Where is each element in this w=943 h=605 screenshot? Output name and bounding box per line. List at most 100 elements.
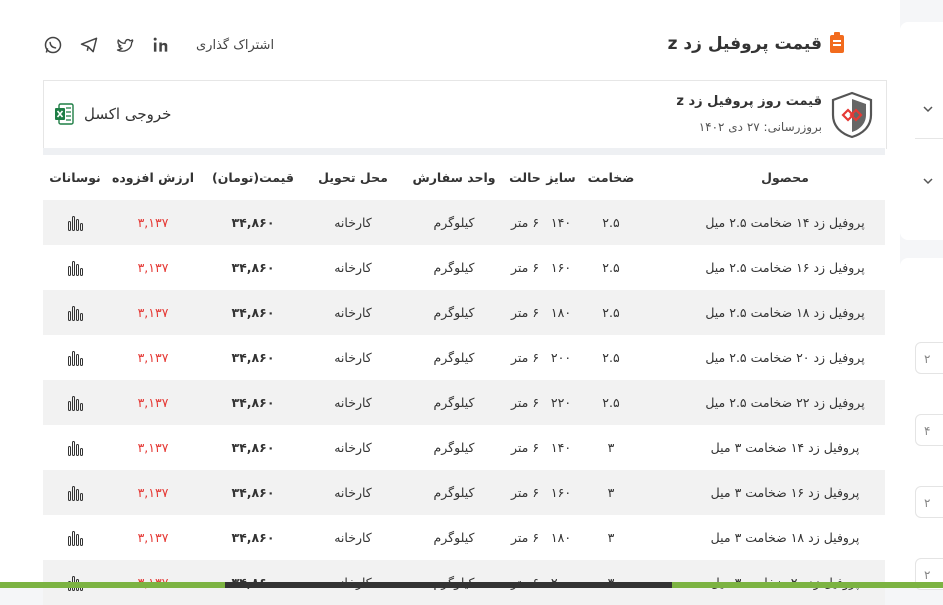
cell-price: ۳۴,۸۶۰ — [231, 260, 275, 275]
table-row: پروفیل زد ۱۴ ضخامت ۲.۵ میل ۲.۵ ۱۴۰ ۶ متر کیل… — [43, 200, 885, 245]
change-chart-button[interactable] — [43, 470, 107, 515]
cell-product: پروفیل زد ۲۰ ضخامت ۲.۵ میل — [705, 350, 865, 365]
cell-product: پروفیل زد ۱۸ ضخامت ۳ میل — [710, 530, 860, 545]
cell-location: کارخانه — [334, 395, 372, 410]
cell-vat: ۳,۱۳۷ — [137, 440, 169, 455]
table-row: پروفیل زد ۱۴ ضخامت ۳ میل ۳ ۱۴۰ ۶ متر کیلوگرم… — [43, 425, 885, 470]
cell-thickness: ۳ — [607, 440, 615, 455]
excel-icon — [55, 103, 74, 125]
cell-price: ۳۴,۸۶۰ — [231, 530, 275, 545]
cell-state: ۶ متر — [510, 485, 540, 500]
cell-size: ۱۶۰ — [550, 485, 572, 500]
cell-state: ۶ متر — [510, 440, 540, 455]
bottom-bar-segment — [0, 582, 225, 588]
cell-unit: کیلوگرم — [433, 440, 475, 455]
cell-state: ۶ متر — [510, 530, 540, 545]
cell-location: کارخانه — [334, 305, 372, 320]
header-product: محصول — [761, 170, 809, 185]
cell-location: کارخانه — [334, 350, 372, 365]
cell-unit: کیلوگرم — [433, 485, 475, 500]
cell-unit: کیلوگرم — [433, 350, 475, 365]
table-row: پروفیل زد ۱۶ ضخامت ۲.۵ میل ۲.۵ ۱۶۰ ۶ متر کیل… — [43, 245, 885, 290]
cell-thickness: ۲.۵ — [602, 350, 620, 365]
chart-bars-icon — [67, 305, 83, 321]
cell-vat: ۳,۱۳۷ — [137, 305, 169, 320]
cell-state: ۶ متر — [510, 215, 540, 230]
excel-export-button[interactable]: خروجی اکسل — [54, 103, 171, 125]
cell-thickness: ۳ — [607, 485, 615, 500]
cell-vat: ۳,۱۳۷ — [137, 530, 169, 545]
price-table: محصول ضخامت سایز حالت واحد سفارش محل تحو… — [43, 155, 885, 605]
header-thickness: ضخامت — [587, 170, 635, 185]
price-card-header: قیمت روز پروفیل زد z بروزرسانی: ۲۷ دی ۱۴… — [43, 80, 887, 149]
shield-logo-icon — [831, 91, 873, 139]
table-row: پروفیل زد ۱۶ ضخامت ۳ میل ۳ ۱۶۰ ۶ متر کیلوگرم… — [43, 470, 885, 515]
cell-state: ۶ متر — [510, 260, 540, 275]
main-content: قیمت پروفیل زد z اشتراک گذاری قیمت روز پ… — [0, 0, 900, 605]
cell-thickness: ۲.۵ — [602, 260, 620, 275]
page-title-text: قیمت پروفیل زد z — [667, 34, 822, 54]
telegram-icon[interactable] — [78, 34, 100, 56]
chart-bars-icon — [67, 260, 83, 276]
change-chart-button[interactable] — [43, 380, 107, 425]
chart-bars-icon — [67, 485, 83, 501]
cell-product: پروفیل زد ۱۴ ضخامت ۲.۵ میل — [705, 215, 865, 230]
cell-price: ۳۴,۸۶۰ — [231, 350, 275, 365]
twitter-icon[interactable] — [114, 34, 136, 56]
table-row: پروفیل زد ۲۰ ضخامت ۲.۵ میل ۲.۵ ۲۰۰ ۶ متر کیل… — [43, 335, 885, 380]
header-price: قیمت(تومان) — [212, 170, 294, 185]
cell-size: ۱۴۰ — [550, 215, 572, 230]
cell-location: کارخانه — [334, 440, 372, 455]
cell-size: ۲۲۰ — [550, 395, 572, 410]
chart-bars-icon — [67, 350, 83, 366]
cell-thickness: ۲.۵ — [602, 395, 620, 410]
change-chart-button[interactable] — [43, 200, 107, 245]
cell-vat: ۳,۱۳۷ — [137, 350, 169, 365]
cell-product: پروفیل زد ۲۲ ضخامت ۲.۵ میل — [705, 395, 865, 410]
card-divider — [43, 148, 885, 155]
side-list-item[interactable]: ۲ — [915, 486, 943, 518]
chevron-down-icon[interactable] — [923, 104, 933, 114]
header-vat: ارزش افزوده — [111, 170, 195, 185]
cell-price: ۳۴,۸۶۰ — [231, 485, 275, 500]
cell-unit: کیلوگرم — [433, 305, 475, 320]
excel-export-label: خروجی اکسل — [84, 105, 172, 123]
table-row: پروفیل زد ۱۸ ضخامت ۲.۵ میل ۲.۵ ۱۸۰ ۶ متر کیل… — [43, 290, 885, 335]
chart-bars-icon — [67, 530, 83, 546]
side-list-item[interactable]: ۴ — [915, 414, 943, 446]
side-list-item[interactable]: ۲ — [915, 342, 943, 374]
filter-panel — [900, 22, 943, 240]
cell-product: پروفیل زد ۱۶ ضخامت ۳ میل — [710, 485, 860, 500]
change-chart-button[interactable] — [43, 335, 107, 380]
change-chart-button[interactable] — [43, 290, 107, 335]
bottom-bar-segment — [672, 582, 943, 588]
chart-bars-icon — [67, 395, 83, 411]
cell-location: کارخانه — [334, 215, 372, 230]
cell-size: ۱۸۰ — [550, 305, 572, 320]
cell-price: ۳۴,۸۶۰ — [231, 395, 275, 410]
cell-unit: کیلوگرم — [433, 260, 475, 275]
cell-vat: ۳,۱۳۷ — [137, 215, 169, 230]
linkedin-icon[interactable] — [150, 34, 172, 56]
cell-product: پروفیل زد ۱۴ ضخامت ۳ میل — [710, 440, 860, 455]
whatsapp-icon[interactable] — [42, 34, 64, 56]
change-chart-button[interactable] — [43, 425, 107, 470]
page-title: قیمت پروفیل زد z — [667, 32, 844, 54]
cell-price: ۳۴,۸۶۰ — [231, 440, 275, 455]
cell-vat: ۳,۱۳۷ — [137, 485, 169, 500]
change-chart-button[interactable] — [43, 245, 107, 290]
cell-size: ۱۴۰ — [550, 440, 572, 455]
change-chart-button[interactable] — [43, 515, 107, 560]
cell-unit: کیلوگرم — [433, 530, 475, 545]
cell-location: کارخانه — [334, 530, 372, 545]
cell-unit: کیلوگرم — [433, 395, 475, 410]
cell-product: پروفیل زد ۱۶ ضخامت ۲.۵ میل — [705, 260, 865, 275]
header-state: حالت — [509, 170, 541, 185]
cell-unit: کیلوگرم — [433, 215, 475, 230]
share-bar: اشتراک گذاری — [42, 34, 274, 56]
cell-thickness: ۳ — [607, 530, 615, 545]
table-row: پروفیل زد ۱۸ ضخامت ۳ میل ۳ ۱۸۰ ۶ متر کیلوگرم… — [43, 515, 885, 560]
chart-bars-icon — [67, 440, 83, 456]
card-title: قیمت روز پروفیل زد z — [676, 94, 822, 109]
chevron-down-icon[interactable] — [923, 176, 933, 186]
